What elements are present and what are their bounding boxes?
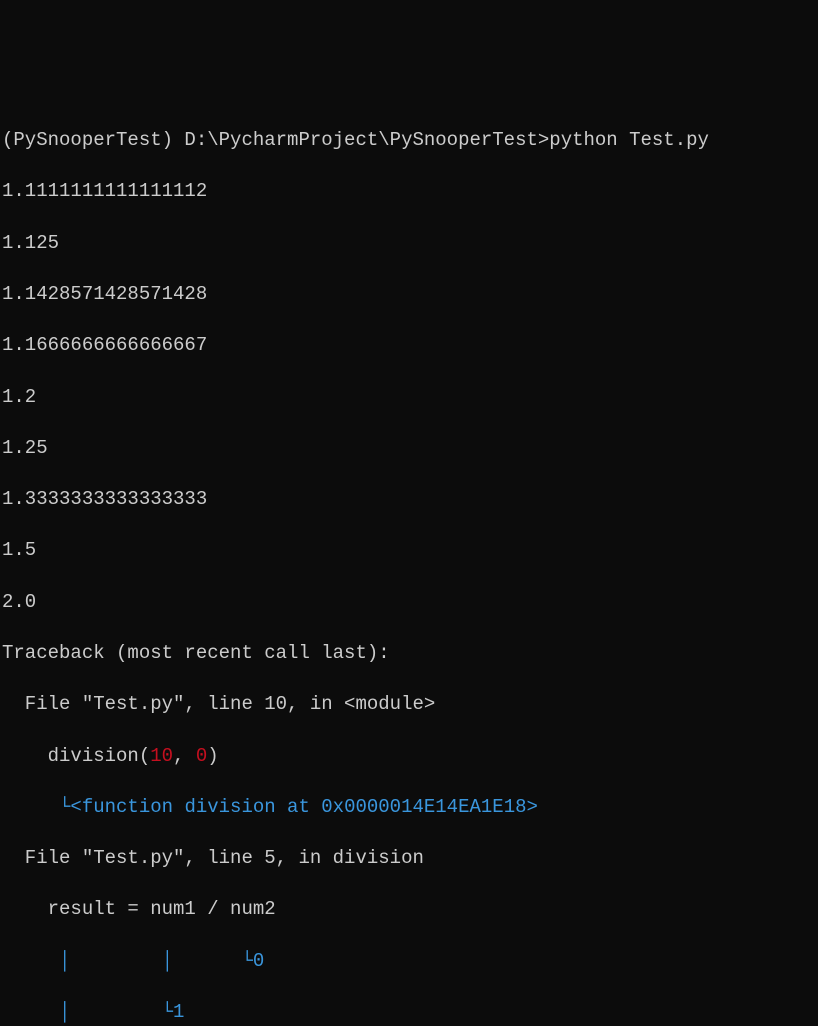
output-line: 1.2 (2, 385, 816, 411)
output-line: 1.1666666666666667 (2, 333, 816, 359)
annotation-branch: └ (2, 796, 70, 818)
annotation-branch: │ └ (2, 1001, 173, 1023)
output-line: 1.5 (2, 538, 816, 564)
output-line: 1.1111111111111112 (2, 179, 816, 205)
annotation-value: 1 (173, 1001, 184, 1023)
prompt-text: (PySnooperTest) D:\PycharmProject\PySnoo… (2, 129, 709, 151)
traceback-header: Traceback (most recent call last): (2, 641, 816, 667)
annotation-branch: │ │ └ (2, 950, 253, 972)
traceback-frame-file: File "Test.py", line 5, in division (2, 846, 816, 872)
traceback-frame-call: division(10, 0) (2, 744, 816, 770)
output-line: 2.0 (2, 590, 816, 616)
output-line: 1.25 (2, 436, 816, 462)
output-line: 1.125 (2, 231, 816, 257)
annotation-value: <function division at 0x0000014E14EA1E18… (70, 796, 537, 818)
command-prompt: (PySnooperTest) D:\PycharmProject\PySnoo… (2, 128, 816, 154)
terminal-output: (PySnooperTest) D:\PycharmProject\PySnoo… (0, 103, 818, 1026)
call-close: ) (207, 745, 218, 767)
call-prefix: division( (2, 745, 150, 767)
call-comma: , (173, 745, 196, 767)
traceback-annotation: └<function division at 0x0000014E14EA1E1… (2, 795, 816, 821)
call-arg: 0 (196, 745, 207, 767)
traceback-annotation: │ │ └0 (2, 949, 816, 975)
traceback-annotation: │ └1 (2, 1000, 816, 1026)
traceback-frame-code: result = num1 / num2 (2, 897, 816, 923)
output-line: 1.3333333333333333 (2, 487, 816, 513)
annotation-value: 0 (253, 950, 264, 972)
output-line: 1.1428571428571428 (2, 282, 816, 308)
call-arg: 10 (150, 745, 173, 767)
traceback-frame-file: File "Test.py", line 10, in <module> (2, 692, 816, 718)
